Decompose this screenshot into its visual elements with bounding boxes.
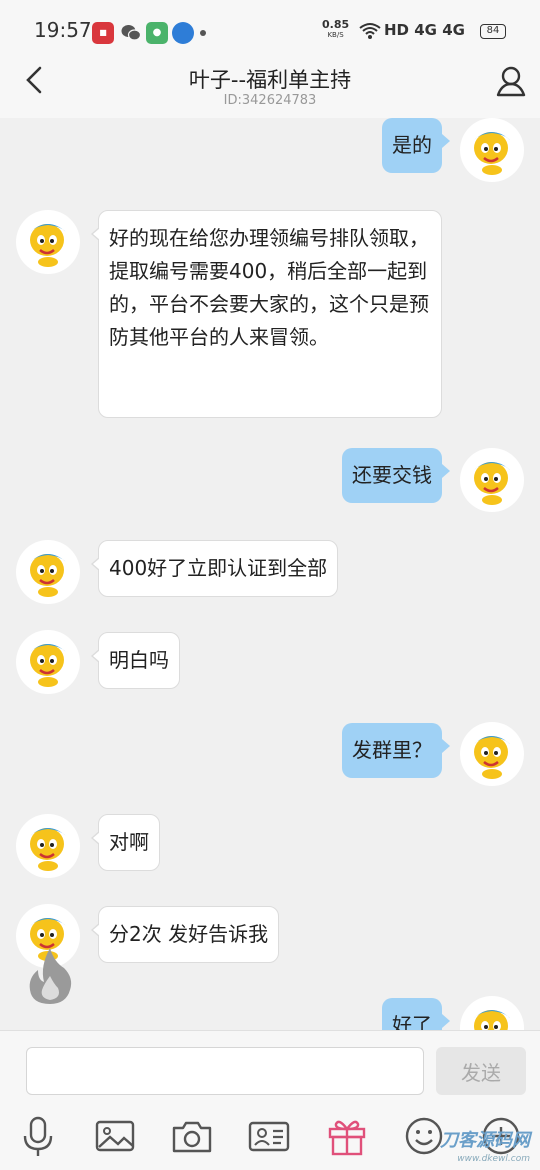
message-bubble-outgoing[interactable]: 好了: [382, 998, 450, 1030]
contact-avatar[interactable]: [16, 630, 80, 694]
my-avatar[interactable]: [460, 448, 524, 512]
signal-label: HD 4G 4G: [384, 21, 465, 39]
voice-button[interactable]: [16, 1114, 60, 1158]
contact-avatar[interactable]: [16, 210, 80, 274]
chat-toolbar: 刀客源码网 www.dkewl.com: [0, 1108, 540, 1170]
message-bubble-incoming[interactable]: 明白吗: [91, 632, 180, 689]
my-avatar[interactable]: [460, 996, 524, 1030]
photo-button[interactable]: [93, 1114, 137, 1158]
mic-icon: [23, 1116, 53, 1156]
my-avatar[interactable]: [460, 722, 524, 786]
message-bubble-outgoing[interactable]: 是的: [382, 118, 450, 173]
profile-button[interactable]: [494, 64, 528, 98]
notification-app-icon: ■: [92, 22, 114, 44]
network-speed: 0.85 KB/S: [322, 19, 349, 41]
message-input[interactable]: [26, 1047, 424, 1095]
chat-header: 叶子--福利单主持 ID:342624783: [0, 48, 540, 118]
status-time: 19:57: [34, 18, 92, 42]
gift-icon: [328, 1120, 366, 1156]
contact-avatar[interactable]: [16, 540, 80, 604]
message-bubble-outgoing[interactable]: 还要交钱: [342, 448, 450, 503]
my-avatar[interactable]: [460, 118, 524, 182]
watermark-url: www.dkewl.com: [457, 1154, 530, 1164]
message-bubble-incoming[interactable]: 对啊: [91, 814, 160, 871]
message-bubble-incoming[interactable]: 分2次 发好告诉我: [90, 906, 280, 963]
notification-app-icon: [172, 22, 194, 44]
wechat-icon: [120, 22, 142, 44]
gift-button[interactable]: [325, 1114, 369, 1158]
notification-app-icon: ●: [146, 22, 168, 44]
message-bubble-outgoing[interactable]: 发群里？: [342, 723, 450, 778]
camera-icon: [172, 1121, 212, 1153]
message-input-bar: 发送: [0, 1030, 540, 1108]
message-bubble-incoming[interactable]: 400好了立即认证到全部: [90, 540, 339, 597]
battery-icon: 84: [480, 24, 506, 39]
watermark-title: 刀客源码网: [440, 1130, 530, 1151]
chat-message-list[interactable]: 是的 好的现在给您办理领编号排队领取，提取编号需要400，稍后全部一起到的，平台…: [0, 118, 540, 1030]
message-bubble-incoming[interactable]: 好的现在给您办理领编号排队领取，提取编号需要400，稍后全部一起到的，平台不会要…: [91, 210, 442, 418]
contact-card-icon: [248, 1121, 290, 1152]
watermark: 刀客源码网 www.dkewl.com: [440, 1132, 530, 1168]
net-speed-unit: KB/S: [327, 31, 344, 39]
image-icon: [95, 1120, 135, 1152]
more-notifications-icon: [200, 30, 206, 36]
chat-subtitle-id: ID:342624783: [223, 93, 317, 108]
camera-button[interactable]: [170, 1114, 214, 1158]
send-button[interactable]: 发送: [436, 1047, 526, 1095]
flame-icon: [29, 948, 72, 1004]
person-icon: [496, 66, 526, 97]
contact-avatar[interactable]: [16, 814, 80, 878]
contact-card-button[interactable]: [247, 1114, 291, 1158]
chat-title: 叶子--福利单主持: [188, 68, 352, 92]
